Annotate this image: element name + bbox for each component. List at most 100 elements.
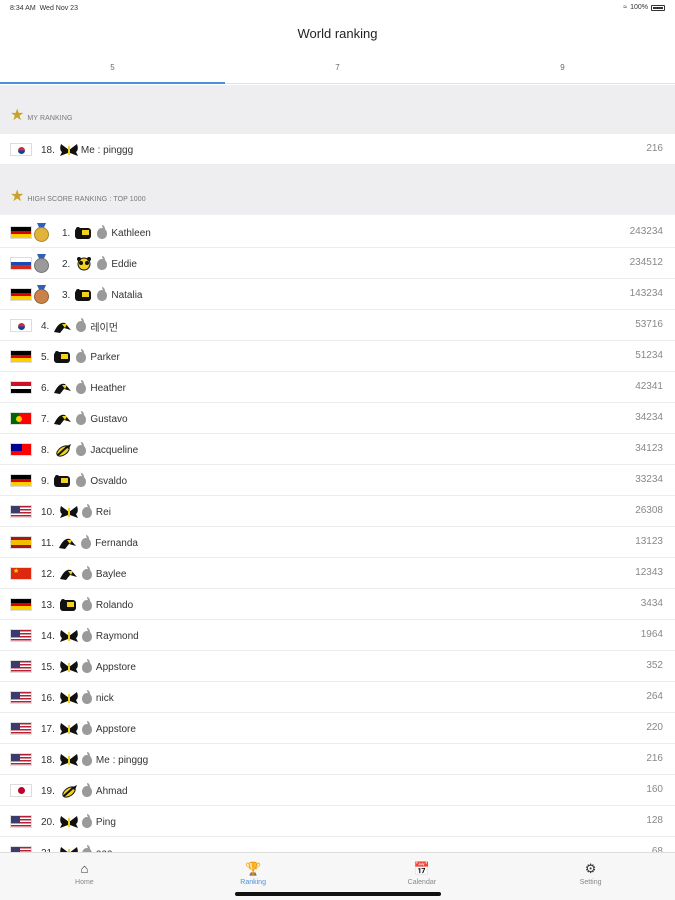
rank-number: 10.: [41, 506, 55, 518]
ranking-row[interactable]: 17. Appstore 220: [0, 713, 675, 744]
apple-icon: [76, 441, 87, 456]
ranking-row[interactable]: 8. Jacqueline 34123: [0, 434, 675, 465]
tab-label: Ranking: [240, 879, 266, 886]
apple-icon: [97, 224, 108, 239]
tab-setting[interactable]: ⚙ Setting: [506, 853, 675, 900]
bee-avatar-icon: [53, 443, 73, 457]
apple-icon: [81, 751, 92, 766]
flag-de-icon: [10, 474, 32, 487]
butterfly-avatar-icon: [59, 691, 79, 705]
battery-icon: [651, 4, 665, 11]
rank-number: 6.: [41, 382, 50, 394]
flag-jp-icon: [10, 784, 32, 797]
apple-icon: [76, 318, 87, 332]
ranking-row[interactable]: 14. Raymond 1964: [0, 620, 675, 651]
status-time: 8:34 AM Wed Nov 23: [10, 5, 78, 12]
player-score: 216: [646, 753, 663, 764]
bee-avatar-icon: [59, 784, 79, 798]
player-score: 220: [646, 722, 663, 733]
flag-de-icon: [10, 288, 32, 301]
butterfly-avatar-icon: [59, 753, 79, 767]
my-ranking-row[interactable]: 18. Me : pinggg 216: [0, 134, 675, 165]
apple-icon: [81, 565, 92, 580]
ranking-row[interactable]: 11. Fernanda 13123: [0, 527, 675, 558]
rank-number: 16.: [41, 692, 55, 704]
ranking-row[interactable]: 6. Heather 42341: [0, 372, 675, 403]
rank-number: 11.: [41, 537, 55, 549]
player-name: Kathleen: [111, 227, 151, 239]
rank-number: 2.: [62, 258, 71, 270]
player-name: Appstore: [95, 661, 136, 673]
player-score: 243234: [629, 226, 663, 237]
ranking-row[interactable]: 15. Appstore 352: [0, 651, 675, 682]
player-name: Fernanda: [95, 537, 138, 549]
apple-icon: [76, 348, 87, 363]
tab-home[interactable]: ⌂ Home: [0, 853, 169, 900]
ranking-row[interactable]: 10. Rei 26308: [0, 496, 675, 527]
player-score: 3434: [640, 598, 663, 609]
ranking-row[interactable]: 2. Eddie 234512: [0, 248, 675, 279]
section-label: MY RANKING: [27, 115, 73, 122]
apple-icon: [81, 658, 92, 673]
ranking-row[interactable]: 16. nick 264: [0, 682, 675, 713]
rank-number: 8.: [41, 444, 50, 456]
segment-7[interactable]: 7: [225, 56, 450, 83]
player-name: Natalia: [111, 289, 143, 301]
player-score: 264: [646, 691, 663, 702]
rank-number: 17.: [41, 723, 55, 735]
flag-us-icon: [10, 753, 32, 766]
bear-avatar-icon: [53, 474, 73, 488]
apple-icon: [81, 720, 92, 735]
segment-9[interactable]: 9: [450, 56, 675, 83]
flag-tw-icon: [10, 443, 32, 456]
bird-avatar-icon: [53, 381, 73, 395]
player-score: 53716: [635, 319, 663, 330]
flag-us-icon: [10, 815, 32, 828]
ranking-row[interactable]: 20. Ping 128: [0, 806, 675, 837]
player-score: 26308: [635, 505, 663, 516]
ranking-row[interactable]: 13. Rolando 3434: [0, 589, 675, 620]
ranking-row[interactable]: 5. Parker 51234: [0, 341, 675, 372]
player-score: 34234: [635, 412, 663, 423]
apple-icon: [97, 255, 108, 270]
ranking-row[interactable]: 18. Me : pinggg 216: [0, 744, 675, 775]
ranking-row[interactable]: 7. Gustavo 34234: [0, 403, 675, 434]
ranking-row[interactable]: 19. Ahmad 160: [0, 775, 675, 806]
flag-kr-icon: [10, 319, 32, 332]
apple-icon: [81, 534, 92, 549]
segment-5[interactable]: 5: [0, 56, 225, 84]
apple-icon: [81, 813, 92, 828]
rank-number: 18.: [41, 144, 55, 156]
player-name: nick: [95, 692, 114, 704]
gear-icon: ⚙: [584, 861, 597, 876]
ranking-row[interactable]: 4. 레이먼 53716: [0, 310, 675, 341]
player-name: Osvaldo: [90, 475, 128, 487]
ranking-row[interactable]: ★ 12. Baylee 12343: [0, 558, 675, 589]
flag-us-icon: [10, 629, 32, 642]
flag-us-icon: [10, 505, 32, 518]
butterfly-avatar-icon: [59, 660, 79, 674]
ranking-row[interactable]: 1. Kathleen 243234: [0, 217, 675, 248]
ranking-row[interactable]: 3. Natalia 143234: [0, 279, 675, 310]
ranking-row[interactable]: 9. Osvaldo 33234: [0, 465, 675, 496]
rank-number: 13.: [41, 599, 55, 611]
rank-number: 3.: [62, 289, 71, 301]
flag-us-icon: [10, 691, 32, 704]
player-score: 1964: [640, 629, 663, 640]
calendar-icon: 📅: [413, 861, 430, 876]
player-name: Rolando: [95, 599, 134, 611]
player-score: 33234: [635, 474, 663, 485]
rank-number: 14.: [41, 630, 55, 642]
apple-icon: [81, 689, 92, 704]
flag-kr-icon: [10, 143, 32, 156]
home-icon: ⌂: [80, 861, 89, 876]
gold-medal-icon: [33, 223, 50, 242]
tab-label: Home: [75, 879, 94, 886]
rank-number: 19.: [41, 785, 55, 797]
star-icon: ★: [10, 107, 25, 124]
butterfly-avatar-icon: [59, 629, 79, 643]
player-name: Me : pinggg: [80, 144, 134, 156]
player-score: 51234: [635, 350, 663, 361]
flag-pt-icon: [10, 412, 32, 425]
tab-label: Setting: [579, 879, 602, 886]
